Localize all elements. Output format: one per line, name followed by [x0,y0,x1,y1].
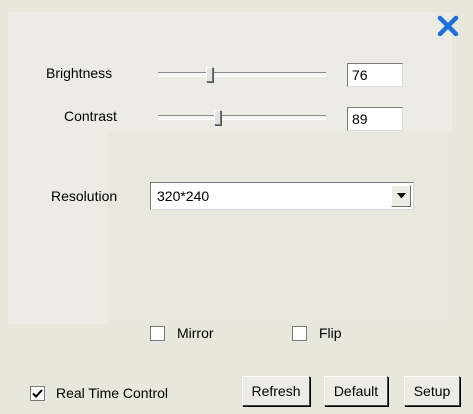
default-button[interactable]: Default [324,376,388,406]
brightness-slider-track [158,72,326,77]
flip-checkbox[interactable] [292,326,307,341]
contrast-slider[interactable] [158,109,326,127]
refresh-button[interactable]: Refresh [242,376,310,406]
mirror-label: Mirror [177,325,214,341]
contrast-label: Contrast [64,108,117,124]
realtime-control-label: Real Time Control [56,385,169,401]
resolution-select[interactable]: 320*240 [150,182,414,210]
brightness-label: Brightness [46,65,113,81]
resolution-selected-value: 320*240 [157,188,210,204]
mirror-checkbox[interactable] [150,326,165,341]
brightness-value-input[interactable] [347,63,403,87]
contrast-slider-track [158,115,326,120]
contrast-slider-thumb[interactable] [214,110,221,125]
panel-background-shade [108,132,452,324]
resolution-dropdown-button[interactable] [391,185,411,207]
brightness-slider[interactable] [158,66,326,84]
flip-label: Flip [319,325,342,341]
close-button[interactable] [430,8,466,44]
resolution-label: Resolution [51,188,118,204]
settings-panel [8,12,452,324]
close-x-icon [437,15,459,37]
dropdown-arrow-icon [396,193,406,199]
realtime-control-checkbox[interactable] [30,386,45,401]
setup-button[interactable]: Setup [404,376,460,406]
checkmark-icon [32,389,43,398]
brightness-slider-thumb[interactable] [206,67,213,82]
contrast-value-input[interactable] [347,107,403,131]
